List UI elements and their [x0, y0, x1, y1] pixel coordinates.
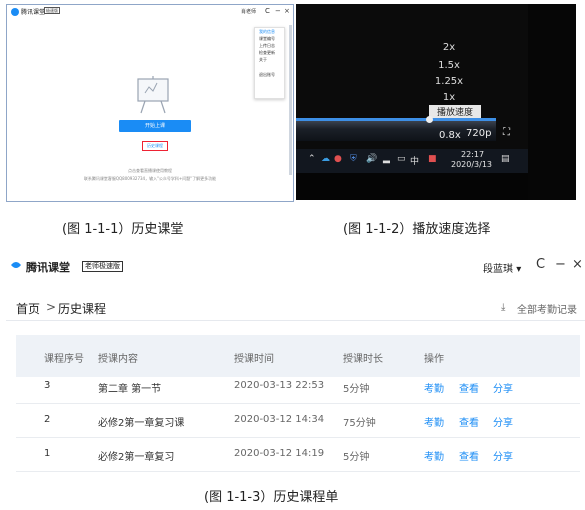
easel-illustration-icon: [137, 76, 169, 114]
cell-content: 必修2第一章复习: [98, 452, 175, 463]
column-header: 授课时间: [234, 354, 274, 365]
cell-time: 2020-03-13 22:53: [234, 380, 325, 391]
taskbar-clock-date[interactable]: 2020/3/13: [451, 160, 492, 169]
cell-duration: 75分钟: [343, 418, 376, 429]
fig1-app-window: 腾讯课堂 极速版 肖老师 C − × 我的信息 课堂编号 上传日志 检查更新 关…: [6, 4, 294, 202]
share-link[interactable]: 分享: [493, 380, 513, 395]
attendance-link[interactable]: 考勤: [424, 414, 444, 429]
fig1-help-text: 点击查看直播课使用教程: [128, 168, 172, 173]
display-icon[interactable]: ▭: [397, 154, 406, 164]
menu-item-upload-log[interactable]: 上传日志: [255, 42, 284, 49]
tray-shield-icon[interactable]: ⛨: [350, 154, 357, 164]
download-icon[interactable]: ⤓: [501, 302, 505, 313]
minimize-icon[interactable]: −: [275, 7, 281, 15]
refresh-icon[interactable]: C: [536, 257, 545, 272]
fig3-user-menu[interactable]: 段蓝琪 ▾: [483, 260, 521, 275]
fig3-history-window: 腾讯课堂 老师极速版 段蓝琪 ▾ C − × 首页 > 历史课程 ⤓ 全部考勤记…: [6, 254, 585, 472]
speed-option-2x[interactable]: 2x: [434, 42, 464, 53]
close-icon[interactable]: ×: [572, 257, 583, 272]
tray-cloud-icon[interactable]: ☁: [321, 154, 330, 164]
progress-bar[interactable]: [296, 118, 496, 121]
close-icon[interactable]: ×: [284, 7, 290, 15]
fig1-app-name: 腾讯课堂: [21, 9, 46, 16]
breadcrumb-separator: >: [46, 300, 57, 314]
attendance-link[interactable]: 考勤: [424, 448, 444, 463]
monitor-bezel-right: [528, 4, 576, 200]
tray-chevron-icon[interactable]: ⌃: [308, 154, 316, 164]
table-row: 1 必修2第一章复习 2020-03-12 14:19 5分钟 考勤 查看 分享: [16, 438, 580, 472]
tray-security-icon[interactable]: ■: [428, 154, 437, 164]
minimize-icon[interactable]: −: [555, 257, 566, 272]
fig2-caption: (图 1-1-2）播放速度选择: [343, 222, 491, 237]
caret-down-icon: ▾: [516, 264, 522, 275]
speed-option-1-25x[interactable]: 1.25x: [434, 76, 464, 87]
start-class-button[interactable]: 开始上课: [119, 120, 191, 132]
breadcrumb-home[interactable]: 首页: [16, 300, 40, 317]
fig1-scrollbar[interactable]: [289, 25, 292, 175]
table-row: 2 必修2第一章复习课 2020-03-12 14:34 75分钟 考勤 查看 …: [16, 404, 580, 438]
menu-item-class-id[interactable]: 课堂编号: [255, 35, 284, 42]
header-divider: [6, 320, 585, 321]
fig2-video-player-photo: 2x 1.5x 1.25x 1x 播放速度 0.8x 720p ⛶ ⌃ ☁ ● …: [296, 4, 576, 200]
speed-option-1x[interactable]: 1x: [434, 92, 464, 103]
tray-ime[interactable]: 中: [410, 154, 419, 167]
fig3-edition-badge: 老师极速版: [82, 261, 123, 272]
quality-button[interactable]: 720p: [466, 128, 491, 139]
fig1-support-text: 联系腾讯课堂客服QQ800932734，输入"公众号学科+问题"了解更多功能: [83, 176, 217, 181]
cell-no: 2: [44, 414, 51, 425]
breadcrumb-current: 历史课程: [58, 302, 107, 316]
menu-item-logout[interactable]: 退出账号: [255, 71, 284, 78]
fig3-caption: (图 1-1-3）历史课程单: [204, 490, 339, 505]
taskbar-clock-time[interactable]: 22:17: [461, 150, 484, 159]
column-header: 授课时长: [343, 354, 383, 365]
cell-duration: 5分钟: [343, 384, 370, 395]
cell-no: 1: [44, 448, 51, 459]
attendance-link[interactable]: 考勤: [424, 380, 444, 395]
share-link[interactable]: 分享: [493, 448, 513, 463]
current-speed-button[interactable]: 0.8x: [439, 130, 461, 141]
download-all-attendance-link[interactable]: 全部考勤记录: [517, 301, 577, 316]
refresh-icon[interactable]: C: [265, 7, 270, 15]
fig1-caption: (图 1-1-1）历史课堂: [62, 222, 184, 237]
column-header: 授课内容: [98, 354, 138, 365]
history-course-button[interactable]: 历史课程: [142, 141, 168, 151]
cell-duration: 5分钟: [343, 452, 370, 463]
fullscreen-icon[interactable]: ⛶: [503, 127, 510, 138]
app-logo-icon: [11, 8, 19, 16]
tray-app-icon[interactable]: ●: [334, 154, 342, 164]
fig1-titlebar: 腾讯课堂 极速版 肖老师 C − ×: [7, 5, 293, 19]
notification-icon[interactable]: ▤: [501, 154, 510, 164]
menu-item-about[interactable]: 关于: [255, 56, 284, 63]
fig1-user-menu[interactable]: 肖老师: [241, 8, 256, 15]
share-link[interactable]: 分享: [493, 414, 513, 429]
table-row: 3 第二章 第一节 2020-03-13 22:53 5分钟 考勤 查看 分享: [16, 370, 580, 404]
menu-item-check-update[interactable]: 检查更新: [255, 49, 284, 56]
fig1-user-dropdown: 我的信息 课堂编号 上传日志 检查更新 关于 退出账号: [254, 27, 285, 99]
app-logo-icon: [11, 262, 21, 268]
speed-option-1-5x[interactable]: 1.5x: [434, 60, 464, 71]
fig3-user-name: 段蓝琪: [483, 264, 513, 275]
cell-no: 3: [44, 380, 51, 391]
progress-thumb[interactable]: [426, 116, 433, 123]
view-link[interactable]: 查看: [459, 448, 479, 463]
volume-icon[interactable]: 🔊: [366, 154, 377, 164]
cell-time: 2020-03-12 14:34: [234, 414, 325, 425]
cell-content: 第二章 第一节: [98, 384, 162, 395]
view-link[interactable]: 查看: [459, 380, 479, 395]
cell-content: 必修2第一章复习课: [98, 418, 185, 429]
fig3-app-name: 腾讯课堂: [26, 261, 70, 274]
view-link[interactable]: 查看: [459, 414, 479, 429]
network-icon[interactable]: ▂: [383, 154, 390, 164]
fig1-edition-badge: 极速版: [44, 7, 60, 14]
menu-item-my-info[interactable]: 我的信息: [255, 28, 284, 35]
column-header: 操作: [424, 354, 444, 365]
cell-time: 2020-03-12 14:19: [234, 448, 325, 459]
column-header: 课程序号: [44, 354, 84, 365]
